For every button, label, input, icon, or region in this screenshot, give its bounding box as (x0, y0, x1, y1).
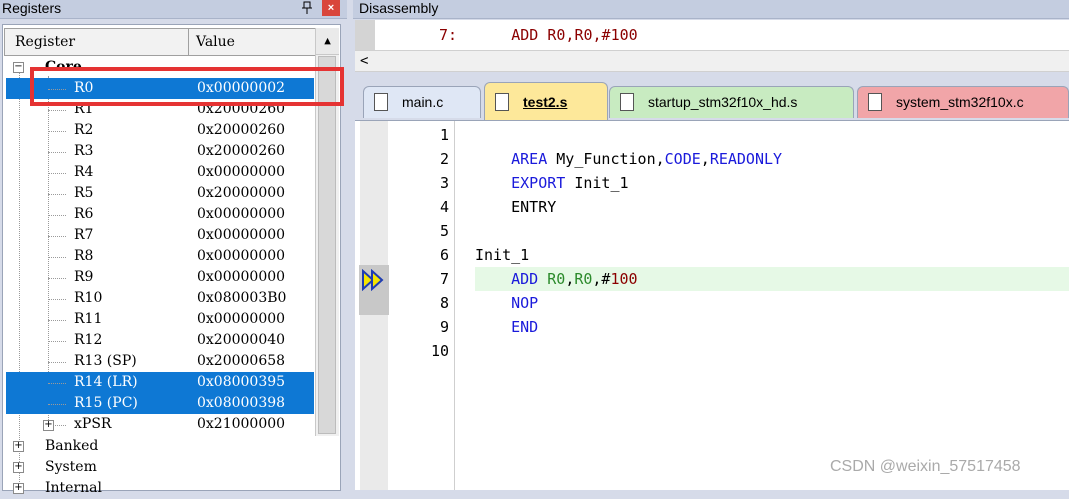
register-name: R14 (LR) (74, 374, 138, 390)
register-name: R6 (74, 206, 94, 222)
register-value[interactable]: 0x20000260 (197, 141, 285, 162)
disassembly-view[interactable]: 7: ADD R0,R0,#100 (355, 20, 1069, 50)
tree-connector (48, 278, 66, 279)
code-line-7[interactable]: ADD R0,R0,#100 (475, 267, 637, 291)
tree-connector (48, 152, 66, 153)
editor-tabs: main.c test2.s startup_stm32f10x_hd.s sy… (353, 72, 1069, 120)
code-line-8[interactable]: NOP (475, 291, 538, 315)
file-icon (495, 93, 509, 111)
tab-startup-s[interactable]: startup_stm32f10x_hd.s (609, 86, 854, 118)
code-line-3[interactable]: EXPORT Init_1 (475, 171, 628, 195)
line-number: 8 (439, 294, 449, 312)
register-name: R2 (74, 122, 94, 138)
registers-table-header: Register Value (4, 28, 316, 56)
register-name: R5 (74, 185, 94, 201)
pin-icon[interactable] (301, 1, 313, 18)
code-editor[interactable]: 1 2 3 4 5 6 7 8 9 10 AREA My_Function,CODE,READON… (355, 120, 1069, 490)
gutter-separator (454, 121, 455, 490)
code-line-4[interactable]: ENTRY (475, 195, 556, 219)
tree-connector (48, 215, 66, 216)
registers-title: Registers (2, 0, 62, 16)
tree-connector (48, 383, 66, 384)
column-header-value[interactable]: Value (196, 34, 235, 50)
tree-connector (48, 299, 66, 300)
disassembly-title: Disassembly (359, 0, 439, 16)
tree-connector (48, 404, 66, 405)
disassembly-line[interactable]: 7: ADD R0,R0,#100 (439, 26, 638, 44)
line-number: 9 (439, 318, 449, 336)
line-number: 4 (439, 198, 449, 216)
register-name: R15 (PC) (74, 395, 138, 411)
watermark: CSDN @weixin_57517458 (830, 458, 1021, 475)
tree-connector (48, 362, 66, 363)
register-name: R9 (74, 269, 94, 285)
register-value[interactable]: 0x20000040 (197, 330, 285, 351)
tree-connector (48, 236, 66, 237)
line-number: 5 (439, 222, 449, 240)
register-name: xPSR (74, 416, 112, 432)
column-header-register[interactable]: Register (15, 34, 75, 50)
close-icon[interactable]: × (322, 0, 340, 16)
register-value[interactable]: 0x080003B0 (197, 288, 286, 309)
highlight-annotation (30, 67, 344, 106)
file-icon (620, 93, 634, 111)
header-divider[interactable] (188, 29, 189, 55)
tree-group-system[interactable]: System (6, 457, 314, 478)
register-value[interactable]: 0x08000395 (197, 372, 285, 393)
register-value[interactable]: 0x00000000 (197, 267, 285, 288)
file-icon (868, 93, 882, 111)
register-name: R3 (74, 143, 94, 159)
tree-connector (48, 194, 66, 195)
registers-titlebar: Registers × (0, 0, 347, 19)
current-instruction-arrow-icon (362, 269, 384, 291)
line-number: 7 (439, 270, 449, 288)
register-name: R4 (74, 164, 94, 180)
tree-connector (48, 110, 66, 111)
line-number: 1 (439, 126, 449, 144)
scroll-left-icon[interactable]: < (360, 51, 368, 71)
scroll-up-icon[interactable]: ▲ (316, 28, 339, 55)
register-value[interactable]: 0x20000260 (197, 120, 285, 141)
code-line-2[interactable]: AREA My_Function,CODE,READONLY (475, 147, 782, 171)
line-number: 3 (439, 174, 449, 192)
code-line-9[interactable]: END (475, 315, 538, 339)
register-value[interactable]: 0x20000658 (197, 351, 285, 372)
tree-connector (48, 173, 66, 174)
register-value[interactable]: 0x20000000 (197, 183, 285, 204)
tree-connector (48, 131, 66, 132)
tree-connector (48, 320, 66, 321)
tree-connector (48, 341, 66, 342)
tree-group-banked[interactable]: Banked (6, 436, 314, 457)
tab-main-c[interactable]: main.c (363, 86, 481, 118)
register-value[interactable]: 0x00000000 (197, 309, 285, 330)
register-value[interactable]: 0x00000000 (197, 246, 285, 267)
disassembly-gutter (355, 20, 375, 50)
register-name: R10 (74, 290, 103, 306)
register-name: R8 (74, 248, 94, 264)
code-line-6[interactable]: Init_1 (475, 243, 529, 267)
disassembly-titlebar: Disassembly (353, 0, 1069, 19)
line-number: 10 (430, 342, 449, 360)
register-value[interactable]: 0x00000000 (197, 162, 285, 183)
register-name: R11 (74, 311, 103, 327)
register-value[interactable]: 0x08000398 (197, 393, 285, 414)
line-number: 2 (439, 150, 449, 168)
tab-test2-s[interactable]: test2.s (484, 82, 608, 120)
line-number: 6 (439, 246, 449, 264)
expand-xpsr-icon[interactable]: + (43, 420, 54, 431)
file-icon (374, 93, 388, 111)
register-value[interactable]: 0x00000000 (197, 204, 285, 225)
register-name: R7 (74, 227, 94, 243)
tree-connector (48, 257, 66, 258)
disassembly-hscroll[interactable]: < (355, 50, 1069, 72)
register-value[interactable]: 0x00000000 (197, 225, 285, 246)
register-name: R12 (74, 332, 103, 348)
register-value[interactable]: 0x21000000 (197, 414, 285, 435)
scroll-thumb[interactable] (318, 56, 336, 434)
register-name: R13 (SP) (74, 353, 137, 369)
tab-system-c[interactable]: system_stm32f10x.c (857, 86, 1069, 118)
